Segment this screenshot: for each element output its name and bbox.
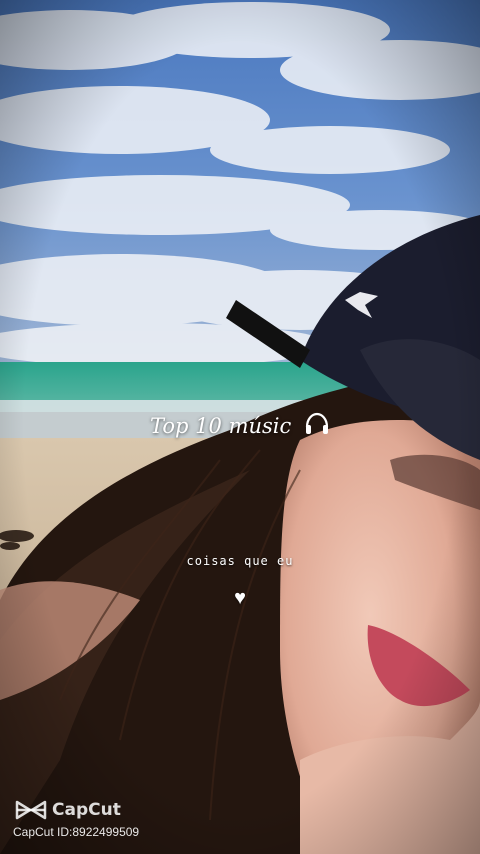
capcut-logo-icon (15, 800, 47, 820)
video-frame: Top 10 músic coisas que eu ♥ CapCut CapC… (0, 0, 480, 854)
headphones-icon (304, 412, 330, 441)
heart-icon: ♥ (234, 587, 246, 609)
song-title-overlay: Top 10 músic (0, 412, 480, 441)
capcut-id-text: CapCut ID:8922499509 (13, 825, 140, 839)
lyric-text: coisas que eu (186, 554, 294, 568)
capcut-watermark: CapCut (14, 798, 121, 822)
capcut-brand-text: CapCut (52, 800, 121, 820)
overlay-title-text: Top 10 músic (150, 414, 292, 438)
